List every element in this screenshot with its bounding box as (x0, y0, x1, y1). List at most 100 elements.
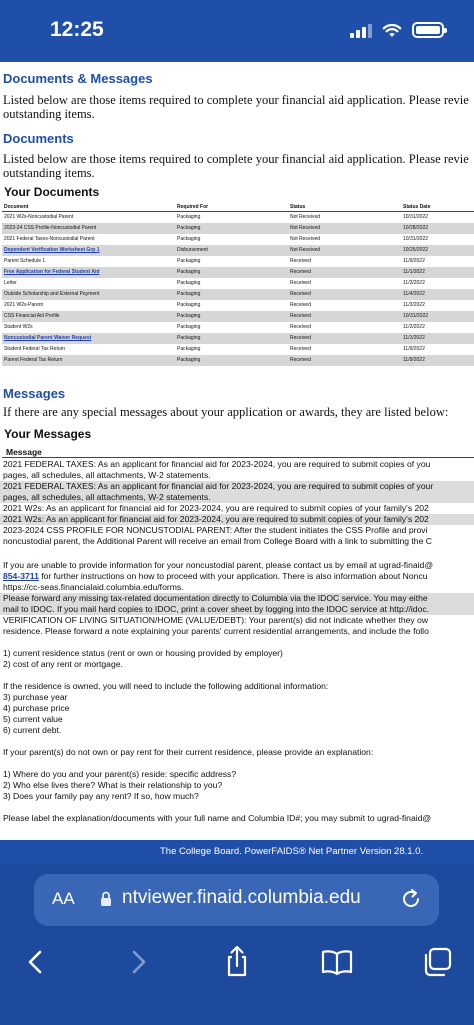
status-cell: Not Received (290, 214, 321, 220)
status-cell: Received (290, 313, 311, 319)
status-time: 12:25 (50, 18, 104, 41)
status-date-cell: 10/25/2022 (403, 247, 429, 253)
tabs-icon[interactable] (420, 944, 456, 980)
required-for-cell: Packaging (177, 225, 201, 231)
required-for-cell: Packaging (177, 236, 201, 242)
message-item: Please forward any missing tax-related d… (0, 593, 474, 615)
status-cell: Received (290, 291, 311, 297)
table-row: Free Application for Federal Student Aid… (2, 267, 474, 278)
message-item: 2021 FEDERAL TAXES: As an applicant for … (0, 481, 474, 503)
table-row: Letter Packaging Received 11/3/2022 (2, 278, 474, 289)
required-for-cell: Packaging (177, 335, 201, 341)
status-date-cell: 11/1/2022 (403, 335, 425, 341)
share-icon[interactable] (219, 944, 255, 980)
message-item: 2023-2024 CSS PROFILE FOR NONCUSTODIAL P… (3, 525, 432, 546)
table-row: Parent Federal Tax Return Packaging Receiv… (2, 355, 474, 366)
message-item: 2021 W2s: As an applicant for financial … (3, 503, 429, 513)
page-footer: The College Board. PowerFAIDS® Net Partn… (0, 840, 474, 864)
reload-icon[interactable] (399, 887, 423, 911)
status-date-cell: 11/9/2022 (403, 357, 425, 363)
lock-icon (101, 891, 111, 906)
status-date-cell: 11/3/2022 (403, 280, 425, 286)
messages-title: Messages (3, 386, 66, 401)
your-messages-heading: Your Messages (4, 427, 92, 441)
url-text[interactable]: ntviewer.finaid.columbia.edu (122, 887, 361, 909)
documents-text-2: outstanding items. (3, 166, 95, 180)
table-row: Student W2s Packaging Received 11/2/2022 (2, 322, 474, 333)
column-header: Status (290, 204, 306, 210)
footer-text: The College Board. PowerFAIDS® Net Partn… (160, 846, 424, 857)
document-name: 2021 W2s-Noncustodial Parent (4, 214, 74, 220)
documents-text-1: Listed below are those items required to… (3, 152, 469, 166)
message-item: 2021 W2s: As an applicant for financial … (0, 514, 474, 525)
status-date-cell: 11/2/2022 (403, 324, 425, 330)
table-row: 2021 Federal Taxes-Noncustodial Parent Pa… (2, 234, 474, 245)
required-for-cell: Packaging (177, 357, 201, 363)
wifi-icon (382, 23, 402, 37)
status-cell: Received (290, 335, 311, 341)
table-row: 2021 W2s-Parent Packaging Received 11/3/202… (2, 300, 474, 311)
document-name: 2021 W2s-Parent (4, 302, 43, 308)
chevron-left-icon[interactable] (18, 944, 54, 980)
phone-link[interactable]: 854-3711 (3, 571, 39, 581)
table-row: 2023-24 CSS Profile-Noncustodial Parent P… (2, 223, 474, 234)
document-name: Parent Schedule 1 (4, 258, 46, 264)
status-cell: Received (290, 280, 311, 286)
table-row: 2021 W2s-Noncustodial Parent Packaging Not… (2, 212, 474, 223)
table-row: Dependent Verification Worksheet Grp 1 Di… (2, 245, 474, 256)
status-date-cell: 10/31/2022 (403, 214, 429, 220)
table-row: CSS Financial Aid Profile Packaging Receiv… (2, 311, 474, 322)
status-cell: Received (290, 346, 311, 352)
document-name: 2023-24 CSS Profile-Noncustodial Parent (4, 225, 97, 231)
status-date-cell: 11/9/2022 (403, 346, 425, 352)
address-bar[interactable]: AA ntviewer.finaid.columbia.edu (34, 874, 439, 926)
status-cell: Not Received (290, 247, 321, 253)
status-date-cell: 10/31/2022 (403, 236, 429, 242)
documents-title: Documents (3, 131, 74, 146)
table-row: Parent Schedule 1 Packaging Received 11/9/2… (2, 256, 474, 267)
message-item: If you are unable to provide information… (3, 560, 434, 592)
column-header: Status Date (403, 204, 431, 210)
message-item: 2021 FEDERAL TAXES: As an applicant for … (3, 459, 431, 480)
document-name: Letter (4, 280, 17, 286)
documents-messages-text-1: Listed below are those items required to… (3, 93, 469, 107)
message-column-header: Message (6, 447, 42, 457)
status-date-cell: 10/31/2022 (403, 313, 429, 319)
table-row: Student Federal Tax Return Packaging Recei… (2, 344, 474, 355)
required-for-cell: Packaging (177, 346, 201, 352)
required-for-cell: Packaging (177, 324, 201, 330)
document-name: Student Federal Tax Return (4, 346, 66, 352)
table-header: Document Required For Status Status Date (2, 202, 474, 212)
status-cell: Received (290, 302, 311, 308)
status-cell: Not Received (290, 225, 321, 231)
message-item: VERIFICATION OF LIVING SITUATION/HOME (V… (3, 615, 432, 823)
required-for-cell: Packaging (177, 302, 201, 308)
document-name: Outside Scholarship and External Payment (4, 291, 100, 297)
document-name: Student W2s (4, 324, 33, 330)
document-link[interactable]: Free Application for Federal Student Aid (4, 267, 99, 278)
reader-settings-button[interactable]: AA (52, 889, 75, 909)
book-icon[interactable] (319, 944, 355, 980)
required-for-cell: Packaging (177, 291, 201, 297)
table-row: Noncustodial Parent Waiver Request Packag… (2, 333, 474, 344)
column-header: Document (4, 204, 29, 210)
chevron-right-icon[interactable] (120, 944, 156, 980)
your-documents-heading: Your Documents (4, 185, 100, 199)
browser-chrome: AA ntviewer.finaid.columbia.edu (0, 864, 474, 1025)
status-date-cell: 11/1/2022 (403, 269, 425, 275)
document-name: 2021 Federal Taxes-Noncustodial Parent (4, 236, 95, 242)
required-for-cell: Packaging (177, 269, 201, 275)
status-cell: Received (290, 357, 311, 363)
required-for-cell: Packaging (177, 280, 201, 286)
document-link[interactable]: Dependent Verification Worksheet Grp 1 (4, 245, 100, 256)
document-name: Parent Federal Tax Return (4, 357, 63, 363)
required-for-cell: Packaging (177, 258, 201, 264)
battery-icon (412, 22, 447, 38)
page-content: Documents & Messages Listed below are th… (0, 62, 474, 840)
status-date-cell: 11/3/2022 (403, 302, 425, 308)
column-header: Required For (177, 204, 209, 210)
required-for-cell: Disbursement (177, 247, 208, 253)
document-link[interactable]: Noncustodial Parent Waiver Request (4, 333, 91, 344)
status-date-cell: 10/28/2022 (403, 225, 429, 231)
document-name: CSS Financial Aid Profile (4, 313, 60, 319)
